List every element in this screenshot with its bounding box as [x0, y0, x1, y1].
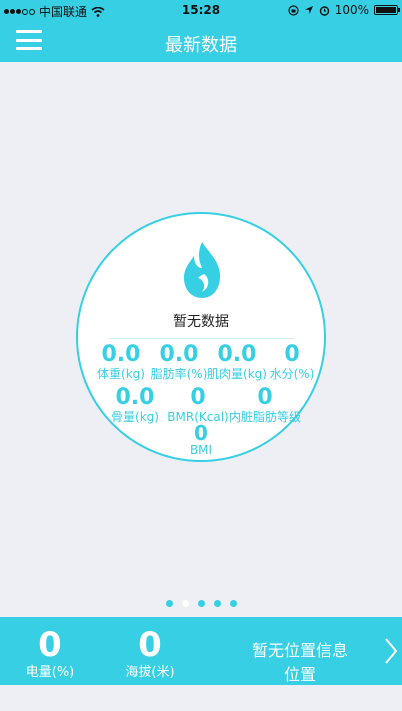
page-dot[interactable] — [197, 600, 205, 607]
metric-label: 体重(kg) — [97, 367, 145, 381]
page-dot[interactable] — [213, 600, 221, 607]
metric-value: 0.0 — [115, 385, 155, 410]
flame-logo-icon — [184, 242, 220, 298]
location-info: 暂无位置信息 — [251, 641, 348, 660]
metric-value: 0 — [257, 385, 273, 410]
no-data-text: 暂无数据 — [173, 314, 229, 330]
page-indicator — [0, 600, 402, 607]
altitude-value: 0 — [138, 625, 162, 665]
metric-value: 0 — [284, 342, 300, 367]
page-dot[interactable] — [165, 600, 173, 607]
metric-bmi: 0 BMI — [169, 423, 233, 457]
battery-label: 电量(%) — [25, 665, 75, 680]
status-bar: 中国联通 15:28 100% — [0, 0, 402, 20]
metric-label: BMI — [189, 443, 213, 457]
bottom-bar: 0 电量(%) 0 海拔(米) 暂无位置信息 位置 — [0, 617, 402, 685]
metric-label: 内脏脂肪等级 — [228, 410, 301, 424]
metric-visceral-fat: 0 内脏脂肪等级 — [228, 385, 302, 425]
page-dot[interactable] — [229, 600, 237, 607]
alarm-icon — [319, 5, 329, 16]
metric-label: 肌肉量(kg) — [207, 367, 267, 381]
battery-value: 0 — [38, 625, 62, 665]
location-arrow-icon — [304, 6, 313, 14]
battery-icon — [374, 5, 400, 15]
altitude-stat: 0 海拔(米) — [110, 627, 190, 681]
metric-muscle: 0.0 肌肉量(kg) — [204, 342, 270, 382]
metric-fat-rate: 0.0 脂肪率(%) — [146, 342, 212, 382]
battery-stat: 0 电量(%) — [10, 627, 90, 681]
divider — [108, 338, 294, 339]
location-label: 位置 — [283, 665, 316, 684]
chevron-right-icon[interactable] — [384, 637, 398, 665]
metric-label: 水分(%) — [269, 367, 315, 381]
metric-label: 脂肪率(%) — [150, 367, 208, 381]
data-card[interactable]: 暂无数据 0.0 体重(kg) 0.0 脂肪率(%) 0.0 肌肉量(kg) 0… — [76, 212, 326, 462]
metric-value: 0.0 — [159, 342, 199, 367]
metric-value: 0.0 — [101, 342, 141, 367]
metric-value: 0.0 — [217, 342, 257, 367]
page-dot-active[interactable] — [181, 600, 189, 607]
page-title: 最新数据 — [165, 35, 237, 56]
metric-weight: 0.0 体重(kg) — [90, 342, 152, 382]
metric-water: 0 水分(%) — [264, 342, 320, 382]
metric-bone: 0.0 骨量(kg) — [100, 385, 170, 425]
metric-bmr: 0 BMR(Kcal) — [166, 385, 230, 425]
rotation-lock-icon — [288, 4, 299, 16]
altitude-label: 海拔(米) — [125, 665, 175, 680]
metric-value: 0 — [190, 385, 206, 410]
metric-label: 骨量(kg) — [111, 410, 159, 424]
nav-bar: 最新数据 — [0, 20, 402, 62]
metric-value: 0 — [194, 421, 208, 445]
top-bar: 中国联通 15:28 100% 最新数据 — [0, 0, 402, 62]
battery-percent: 100% — [334, 3, 369, 17]
